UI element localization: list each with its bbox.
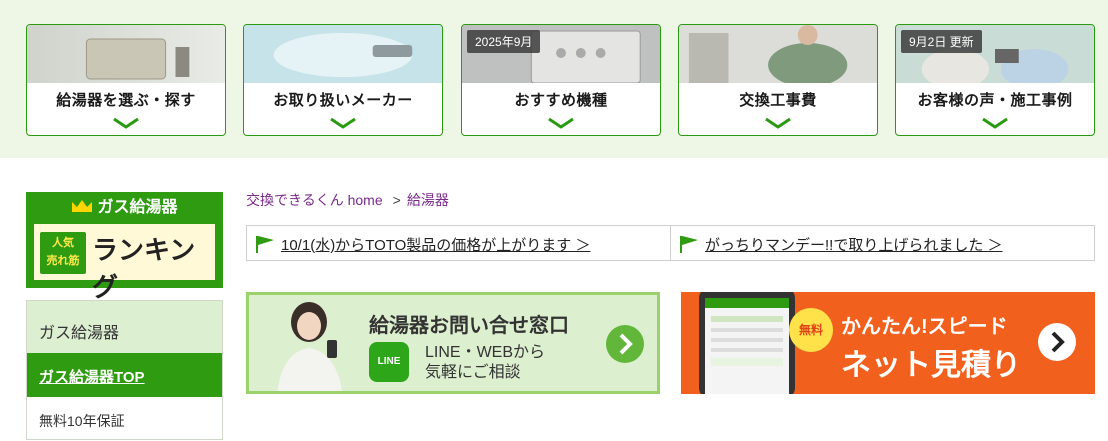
ranking-title: ガス給湯器 <box>28 194 221 222</box>
category-label: 給湯器を選ぶ・探す <box>56 92 196 109</box>
category-card-makers[interactable]: お取り扱いメーカー <box>243 24 443 136</box>
category-card-select[interactable]: 給湯器を選ぶ・探す <box>26 24 226 136</box>
breadcrumb-current[interactable]: 給湯器 <box>407 192 449 208</box>
category-label: 交換工事費 <box>739 92 817 109</box>
chevron-down-icon <box>330 117 356 129</box>
chevron-down-icon <box>548 117 574 129</box>
phone-image <box>699 292 795 394</box>
flag-icon <box>680 236 698 253</box>
line-icon: LINE <box>369 342 409 382</box>
sidebar-heading: ガス給湯器 <box>27 301 222 353</box>
popular-tag: 人気 売れ筋 <box>40 232 86 274</box>
crown-icon <box>72 200 93 212</box>
ranking-word: ランキング <box>92 235 196 302</box>
sidebar-item-top[interactable]: ガス給湯器TOP <box>27 353 222 397</box>
flag-icon <box>256 236 274 253</box>
category-card-recommended[interactable]: 2025年9月 おすすめ機種 <box>461 24 661 136</box>
estimate-banner[interactable]: 無料 かんたん!スピード ネット見積り <box>681 292 1095 394</box>
chevron-down-icon <box>113 117 139 129</box>
notice-media-link[interactable]: がっちりマンデー!!で取り上げられました ＞ <box>670 225 1095 261</box>
contact-banner[interactable]: 給湯器お問い合せ窓口 LINE LINE・WEBから 気軽にご相談 <box>246 292 660 394</box>
woman-with-phone-photo <box>277 302 343 391</box>
arrow-right-icon <box>606 325 644 363</box>
arrow-right-icon <box>1038 323 1076 361</box>
estimate-title-small: かんたん!スピード <box>841 316 1008 338</box>
category-label: おすすめ機種 <box>514 92 608 109</box>
breadcrumb-home-link[interactable]: 交換できるくん home <box>246 192 383 208</box>
water-heater-photo <box>27 25 225 83</box>
date-badge: 2025年9月 <box>467 30 541 53</box>
shower-photo <box>244 25 442 83</box>
category-card-reviews[interactable]: 9月2日 更新 お客様の声・施工事例 <box>895 24 1095 136</box>
contact-title: 給湯器お問い合せ窓口 <box>369 315 569 337</box>
form-preview-image <box>705 298 789 366</box>
chevron-down-icon <box>765 117 791 129</box>
chevron-down-icon <box>982 117 1008 129</box>
category-label: お客様の声・施工事例 <box>917 92 1073 109</box>
breadcrumb-separator: > <box>392 192 401 208</box>
breadcrumb: 交換できるくん home > 給湯器 <box>246 190 449 210</box>
category-label: お取り扱いメーカー <box>273 92 413 109</box>
sidebar-item-warranty[interactable]: 無料10年保証 <box>27 397 222 441</box>
category-card-cost[interactable]: 交換工事費 <box>678 24 878 136</box>
estimate-title-large: ネット見積り <box>841 349 1021 382</box>
worker-photo <box>679 25 877 83</box>
sidebar-menu: ガス給湯器 ガス給湯器TOP 無料10年保証 <box>26 300 223 440</box>
free-badge: 無料 <box>789 308 833 352</box>
contact-subtext: LINE・WEBから 気軽にご相談 <box>425 344 546 381</box>
update-badge: 9月2日 更新 <box>901 30 982 53</box>
notice-price-link[interactable]: 10/1(水)からTOTO製品の価格が上がります ＞ <box>246 225 671 261</box>
ranking-body: 人気 売れ筋 ランキング <box>34 224 215 302</box>
ranking-banner[interactable]: ガス給湯器 人気 売れ筋 ランキング <box>26 192 223 302</box>
